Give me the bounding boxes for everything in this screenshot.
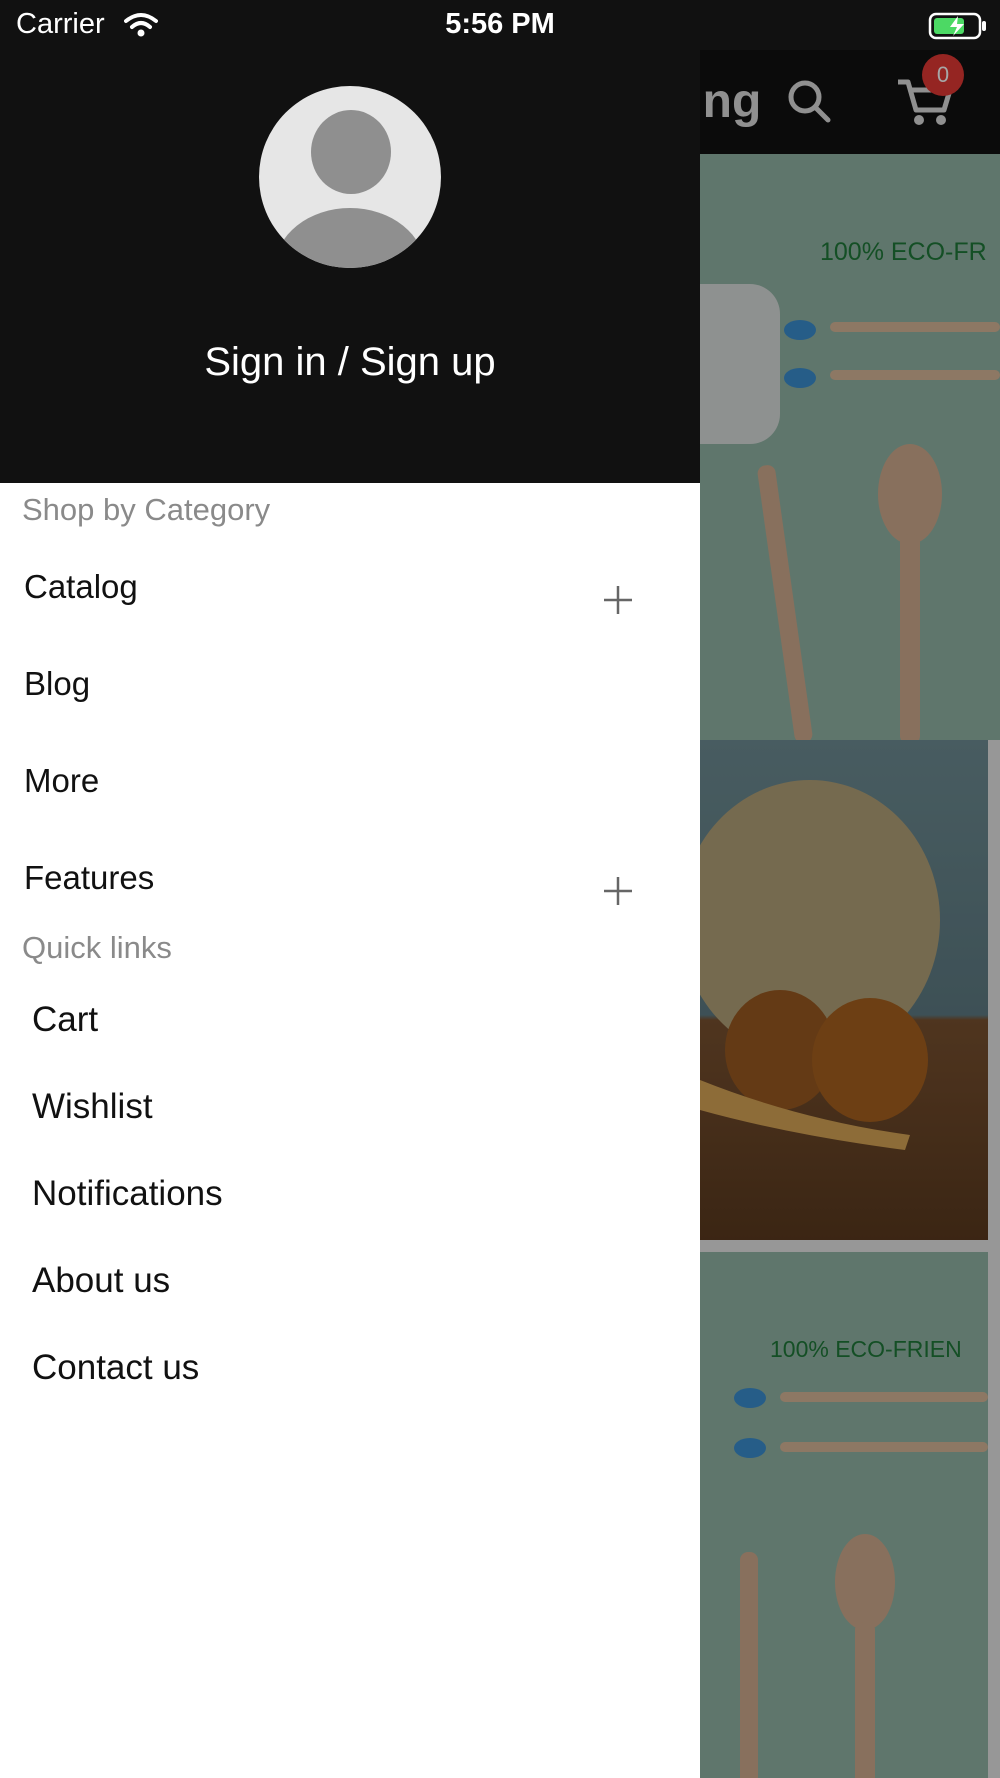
menu-item-label: Catalog <box>24 568 138 605</box>
quick-link-cart[interactable]: Cart <box>32 1000 98 1040</box>
menu-item-catalog[interactable]: Catalog <box>24 552 644 622</box>
status-bar: Carrier 5:56 PM <box>0 0 1000 50</box>
menu-item-more[interactable]: More <box>24 746 644 816</box>
navigation-drawer: Sign in / Sign up Shop by Category Catal… <box>0 0 700 1778</box>
menu-item-features[interactable]: Features <box>24 843 644 913</box>
menu-item-label: More <box>24 762 100 799</box>
sign-in-button[interactable]: Sign in / Sign up <box>0 340 700 385</box>
quick-link-about-us[interactable]: About us <box>32 1261 170 1301</box>
plus-icon[interactable] <box>602 570 634 614</box>
menu-item-label: Blog <box>24 665 91 702</box>
menu-item-label: Features <box>24 859 155 896</box>
quick-link-wishlist[interactable]: Wishlist <box>32 1087 153 1127</box>
battery-icon <box>928 12 990 45</box>
menu-item-blog[interactable]: Blog <box>24 649 644 719</box>
plus-icon[interactable] <box>602 861 634 905</box>
drawer-header: Sign in / Sign up <box>0 0 700 483</box>
quick-link-contact-us[interactable]: Contact us <box>32 1348 199 1388</box>
quick-link-notifications[interactable]: Notifications <box>32 1174 223 1214</box>
avatar-icon[interactable] <box>259 86 441 268</box>
shop-by-category-heading: Shop by Category <box>22 492 271 527</box>
quick-links-heading: Quick links <box>22 930 172 965</box>
clock: 5:56 PM <box>445 8 555 40</box>
